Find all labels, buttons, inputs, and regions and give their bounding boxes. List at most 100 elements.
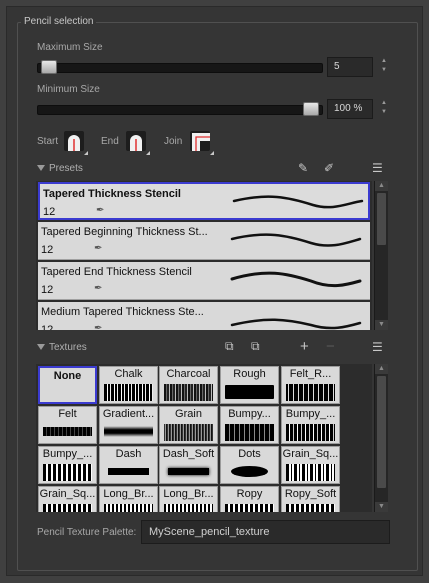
textures-scrollbar[interactable]: ▲ ▼ — [374, 364, 388, 512]
texture-item[interactable]: Charcoal — [159, 366, 218, 404]
texture-item[interactable]: Grain_Sq... — [281, 446, 340, 484]
texture-name: Dots — [238, 448, 261, 460]
texture-name: Long_Br... — [163, 488, 214, 500]
collapse-arrow-icon — [37, 165, 45, 172]
texture-item[interactable]: Grain — [159, 406, 218, 444]
end-tip-label: End — [101, 136, 119, 147]
scrollbar-thumb[interactable] — [377, 193, 386, 245]
presets-scrollbar[interactable]: ▲ ▼ — [374, 181, 388, 330]
join-button[interactable] — [190, 131, 214, 155]
pin-icon: ✒ — [96, 205, 105, 216]
add-preset-icon[interactable]: ✎ — [298, 161, 308, 175]
texture-name: Dash_Soft — [162, 448, 215, 460]
texture-item[interactable]: Dash — [99, 446, 158, 484]
texture-swatch — [43, 427, 92, 436]
preset-size: 12 — [41, 244, 54, 256]
start-tip-button[interactable] — [64, 131, 88, 155]
texture-item[interactable]: Dash_Soft — [159, 446, 218, 484]
stroke-preview — [230, 233, 362, 247]
preset-size: 12 — [43, 206, 56, 218]
collapse-arrow-icon — [37, 344, 45, 351]
presets-title: Presets — [49, 163, 83, 174]
pin-icon: ✒ — [94, 243, 103, 254]
texture-item[interactable]: Bumpy_... — [38, 446, 97, 484]
texture-swatch — [225, 504, 274, 512]
max-size-stepper[interactable]: ▲ ▼ — [379, 57, 389, 75]
scrollbar-thumb[interactable] — [377, 376, 386, 488]
texture-swatch — [286, 504, 335, 512]
palette-field[interactable]: MyScene_pencil_texture — [141, 520, 390, 544]
miter-join-icon — [192, 133, 210, 151]
texture-swatch — [164, 424, 213, 441]
hamburger-menu-icon[interactable]: ☰ — [372, 340, 383, 354]
texture-item[interactable]: Rough — [220, 366, 279, 404]
texture-item[interactable]: Bumpy... — [220, 406, 279, 444]
round-tip-icon — [130, 135, 142, 151]
preset-item[interactable]: Medium Tapered Thickness Ste... 12 ✒ — [38, 302, 370, 330]
texture-name: Bumpy_... — [42, 448, 93, 460]
scroll-up-icon[interactable]: ▲ — [375, 181, 388, 191]
texture-name: Grain_Sq... — [282, 448, 339, 460]
texture-name: Bumpy... — [228, 408, 271, 420]
export-texture-icon[interactable]: ⧉ — [251, 339, 260, 354]
preset-item[interactable]: Tapered Beginning Thickness St... 12 ✒ — [38, 222, 370, 260]
max-size-field[interactable]: 5 — [327, 57, 373, 77]
rename-preset-icon[interactable]: ✐ — [324, 161, 334, 175]
texture-item[interactable]: Bumpy_... — [281, 406, 340, 444]
max-size-slider-handle[interactable] — [41, 60, 58, 74]
texture-name: None — [53, 370, 82, 382]
round-tip-icon — [68, 135, 80, 151]
textures-grid[interactable]: None Chalk Charcoal Rough Felt_R... Felt… — [36, 364, 372, 512]
preset-name: Tapered End Thickness Stencil — [41, 266, 192, 278]
texture-item[interactable]: Grain_Sq... — [38, 486, 97, 512]
texture-item[interactable]: Felt — [38, 406, 97, 444]
texture-item[interactable]: Long_Br... — [159, 486, 218, 512]
texture-item[interactable]: None — [38, 366, 97, 404]
preset-item[interactable]: Tapered End Thickness Stencil 12 ✒ — [38, 262, 370, 300]
scroll-up-icon[interactable]: ▲ — [375, 364, 388, 374]
scroll-down-icon[interactable]: ▼ — [375, 502, 388, 512]
import-texture-icon[interactable]: ⧉ — [225, 339, 234, 354]
texture-item[interactable]: Gradient... — [99, 406, 158, 444]
min-size-slider-handle[interactable] — [302, 102, 319, 116]
texture-swatch — [231, 466, 268, 477]
texture-name: Felt — [58, 408, 77, 420]
stroke-preview — [230, 318, 362, 330]
texture-name: Dash — [115, 448, 142, 460]
texture-item[interactable]: Chalk — [99, 366, 158, 404]
preset-item[interactable]: Tapered Thickness Stencil 12 ✒ — [38, 182, 370, 220]
presets-list[interactable]: Tapered Thickness Stencil 12 ✒ Tapered B… — [36, 181, 372, 330]
plus-icon[interactable]: + — [300, 338, 309, 355]
textures-header[interactable]: Textures — [37, 342, 87, 353]
min-size-slider[interactable] — [37, 102, 323, 116]
texture-swatch — [104, 384, 153, 401]
texture-name: Long_Br... — [103, 488, 154, 500]
texture-item[interactable]: Ropy — [220, 486, 279, 512]
min-size-field[interactable]: 100 % — [327, 99, 373, 119]
preset-name: Medium Tapered Thickness Ste... — [41, 306, 204, 318]
texture-swatch — [286, 384, 335, 401]
group-title: Pencil selection — [21, 16, 97, 27]
texture-item[interactable]: Long_Br... — [99, 486, 158, 512]
texture-name: Ropy — [236, 488, 263, 500]
texture-name: Charcoal — [166, 368, 211, 380]
texture-swatch — [104, 504, 153, 512]
start-tip-label: Start — [37, 136, 59, 147]
end-tip-button[interactable] — [126, 131, 150, 155]
texture-item[interactable]: Ropy_Soft — [281, 486, 340, 512]
texture-swatch — [43, 504, 92, 512]
texture-name: Ropy_Soft — [284, 488, 337, 500]
texture-item[interactable]: Felt_R... — [281, 366, 340, 404]
texture-item[interactable]: Dots — [220, 446, 279, 484]
pin-icon: ✒ — [94, 283, 103, 294]
hamburger-menu-icon[interactable]: ☰ — [372, 161, 383, 175]
scroll-down-icon[interactable]: ▼ — [375, 320, 388, 330]
texture-swatch — [108, 468, 149, 475]
min-size-stepper[interactable]: ▲ ▼ — [379, 99, 389, 117]
palette-label: Pencil Texture Palette: — [37, 527, 137, 538]
presets-header[interactable]: Presets — [37, 163, 83, 174]
texture-swatch — [225, 385, 274, 399]
texture-swatch — [164, 384, 213, 401]
texture-swatch — [225, 424, 274, 441]
max-size-slider[interactable] — [37, 60, 323, 74]
